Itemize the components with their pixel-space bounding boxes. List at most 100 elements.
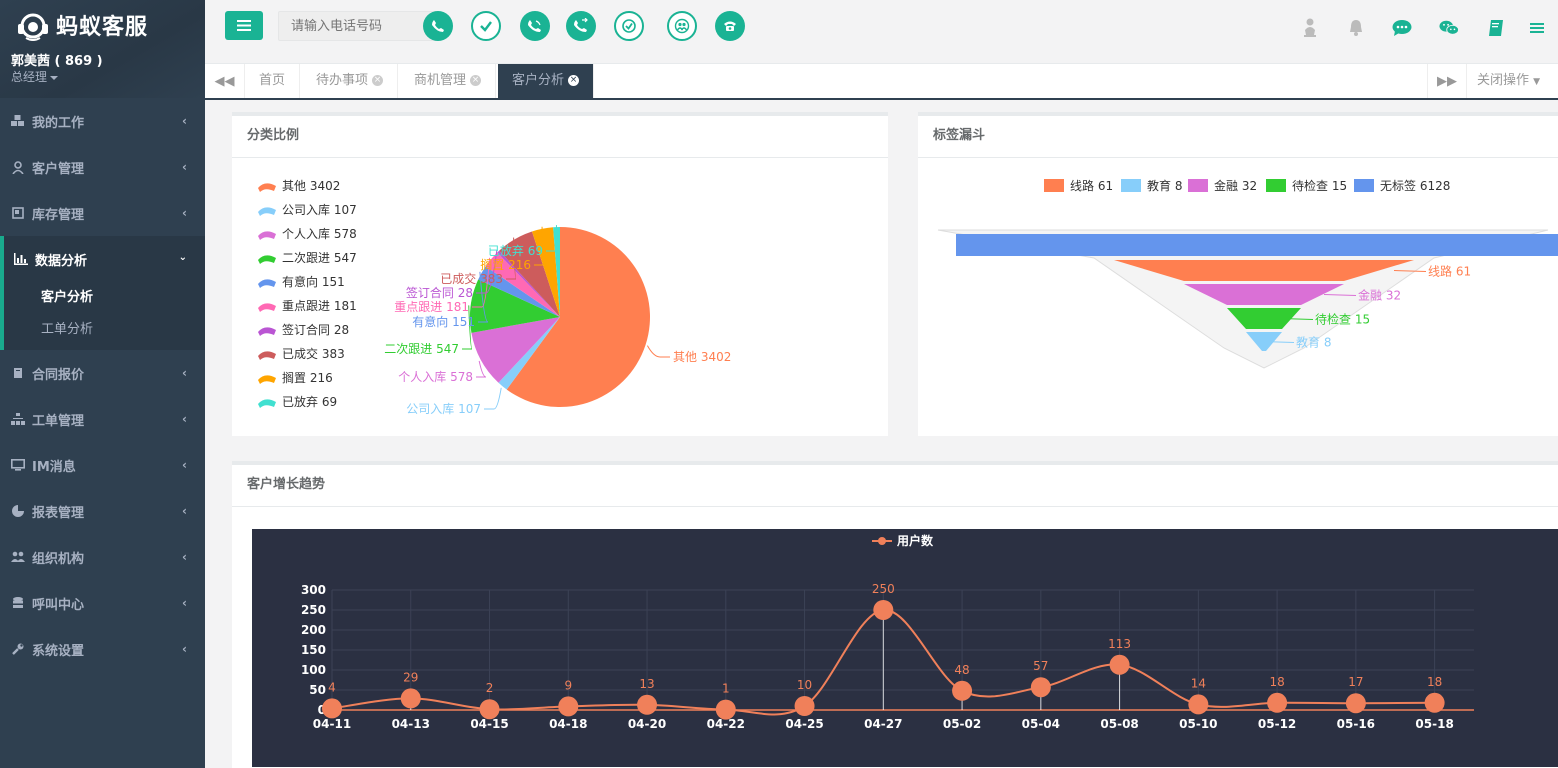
x-tick-label: 04-25 <box>785 717 823 731</box>
telephone-icon <box>724 21 736 31</box>
nav-label: 工单管理 <box>32 413 85 429</box>
caret-down-icon <box>50 75 59 80</box>
y-tick-label: 100 <box>301 663 326 677</box>
subnav-customer-analysis[interactable]: 客户分析 <box>4 282 205 314</box>
conference-button[interactable] <box>667 11 697 41</box>
nav-label: 系统设置 <box>32 643 85 659</box>
more-menu-button[interactable] <box>1530 18 1544 38</box>
brand-title: 蚂蚁客服 <box>56 15 149 40</box>
pie-label: 其他 3402 <box>673 350 731 364</box>
knowledge-base-button[interactable] <box>1486 18 1506 38</box>
legend-label: 重点跟进 181 <box>282 299 357 313</box>
x-tick-label: 04-11 <box>313 717 351 731</box>
close-icon[interactable]: × <box>372 75 384 86</box>
tabs-scroll-left-button[interactable]: ◀◀ <box>205 64 245 98</box>
phone-search-input[interactable] <box>278 11 438 41</box>
group-icon <box>674 18 690 34</box>
x-tick-label: 05-16 <box>1337 717 1375 731</box>
tab-home[interactable]: 首页 <box>245 64 301 98</box>
notifications-button[interactable] <box>1346 18 1366 38</box>
subnav-ticket-analysis[interactable]: 工单分析 <box>4 314 205 346</box>
book-icon <box>11 366 25 380</box>
line-chart: 用户数050100150200250300404-112904-13204-15… <box>252 529 1558 767</box>
nav-tickets[interactable]: 工单管理 ‹ <box>0 396 205 442</box>
nav-label: 组织机构 <box>32 551 85 567</box>
x-tick-label: 04-15 <box>470 717 508 731</box>
nav-organization[interactable]: 组织机构 ‹ <box>0 534 205 580</box>
legend-label: 已放弃 69 <box>282 394 337 409</box>
check-in-button[interactable] <box>471 11 501 41</box>
user-name[interactable]: 郭美茜 ( 869 ) <box>11 50 103 69</box>
nav-reports[interactable]: 报表管理 ‹ <box>0 488 205 534</box>
pie-panel-title: 分类比例 <box>232 116 888 158</box>
tab-customer-analysis[interactable]: 客户分析 × <box>498 64 595 98</box>
pie-label-line <box>484 387 502 410</box>
tabs-scroll-right-button[interactable]: ▶▶ <box>1427 64 1467 98</box>
menu-toggle-button[interactable] <box>225 11 263 40</box>
nav-contracts[interactable]: 合同报价 ‹ <box>0 350 205 396</box>
data-label: 4 <box>328 680 336 694</box>
user-role-dropdown[interactable]: 总经理 <box>11 68 59 85</box>
brand[interactable]: 蚂蚁客服 <box>14 8 148 42</box>
chat-bubble-icon <box>1392 20 1412 36</box>
tab-opportunities[interactable]: 商机管理 × <box>400 64 497 98</box>
y-tick-label: 300 <box>301 583 326 597</box>
nav-my-work[interactable]: 我的工作 ‹ <box>0 98 205 144</box>
close-ops-dropdown[interactable]: 关闭操作 ▼ <box>1477 64 1540 98</box>
tab-label: 首页 <box>259 73 286 88</box>
funnel-label: 待检查 15 <box>1315 312 1370 327</box>
data-point <box>1424 692 1445 713</box>
transfer-call-button[interactable] <box>566 11 596 41</box>
funnel-label: 教育 8 <box>1296 335 1331 350</box>
nav-label: 呼叫中心 <box>32 597 85 613</box>
chevron-left-icon: ‹ <box>182 642 187 656</box>
monitor-icon <box>11 458 25 472</box>
chevron-left-icon: ‹ <box>182 504 187 518</box>
nav-label: 合同报价 <box>32 367 85 383</box>
nav-analytics[interactable]: 数据分析 ⌄ <box>4 236 205 282</box>
sidebar-header: 蚂蚁客服 郭美茜 ( 869 ) 总经理 <box>0 0 205 98</box>
funnel-stage <box>956 234 1558 256</box>
dial-button[interactable] <box>423 11 453 41</box>
pie-label: 已成交 383 <box>440 271 503 286</box>
tab-todo[interactable]: 待办事项 × <box>302 64 399 98</box>
close-icon[interactable]: × <box>568 75 580 86</box>
chevron-down-icon: ⌄ <box>178 252 187 263</box>
nav-label: 客户管理 <box>32 161 85 177</box>
y-tick-label: 50 <box>309 683 326 697</box>
hangup-button[interactable] <box>715 11 745 41</box>
agent-status-button[interactable] <box>1300 18 1320 38</box>
data-label: 13 <box>639 677 654 691</box>
legend-marker <box>878 537 886 545</box>
x-tick-label: 05-08 <box>1100 717 1138 731</box>
x-tick-label: 04-22 <box>707 717 745 731</box>
messages-button[interactable] <box>1392 18 1412 38</box>
nav-customers[interactable]: 客户管理 ‹ <box>0 144 205 190</box>
legend-swatch <box>258 375 276 384</box>
legend-swatch <box>258 231 276 240</box>
sidebar: 蚂蚁客服 郭美茜 ( 869 ) 总经理 我的工作 ‹ 客户管理 ‹ 库存管理 … <box>0 0 205 768</box>
tab-label: 客户分析 <box>512 73 565 88</box>
data-point <box>1188 694 1209 715</box>
pie-label: 有意向 151 <box>412 314 475 329</box>
nav-inventory[interactable]: 库存管理 ‹ <box>0 190 205 236</box>
funnel-label: 金融 32 <box>1358 288 1401 303</box>
wrench-icon <box>11 642 25 656</box>
wechat-button[interactable] <box>1439 18 1459 38</box>
bar-chart-icon <box>14 252 28 266</box>
nav-settings[interactable]: 系统设置 ‹ <box>0 626 205 672</box>
answer-call-button[interactable] <box>520 11 550 41</box>
close-icon[interactable]: × <box>470 75 482 86</box>
agent-icon <box>1304 18 1316 37</box>
nav-im[interactable]: IM消息 ‹ <box>0 442 205 488</box>
data-label: 18 <box>1269 675 1284 689</box>
sitemap-icon <box>11 412 25 426</box>
legend-swatch <box>258 207 276 216</box>
chevron-left-icon: ‹ <box>182 206 187 220</box>
chevron-left-icon: ‹ <box>182 114 187 128</box>
nav-label: IM消息 <box>32 459 76 475</box>
nav-call-center[interactable]: 呼叫中心 ‹ <box>0 580 205 626</box>
approve-button[interactable] <box>614 11 644 41</box>
legend-label: 教育 8 <box>1147 178 1182 193</box>
legend-swatch <box>258 351 276 360</box>
